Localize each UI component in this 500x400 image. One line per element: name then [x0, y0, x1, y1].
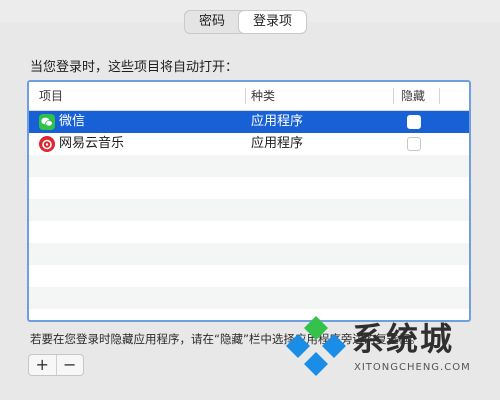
hide-checkbox[interactable] [407, 137, 421, 151]
empty-row [29, 155, 469, 177]
table-row[interactable]: 微信 应用程序 [29, 111, 469, 133]
column-header-hide[interactable]: 隐藏 [401, 82, 425, 110]
column-divider [393, 88, 394, 104]
wechat-icon [39, 114, 55, 130]
login-items-table[interactable]: 项目 种类 隐藏 微信 应用程序 网易云音乐 应用程序 [27, 80, 471, 322]
column-divider [439, 88, 440, 104]
remove-item-button[interactable]: − [55, 355, 84, 375]
watermark-title: 系统城 [352, 320, 455, 358]
table-row[interactable]: 网易云音乐 应用程序 [29, 133, 469, 155]
segmented-tabs: 密码 登录项 [184, 10, 308, 34]
row-item-name: 微信 [59, 114, 86, 129]
empty-row [29, 243, 469, 265]
column-divider [245, 88, 246, 104]
add-item-button[interactable]: + [29, 355, 56, 375]
empty-row [29, 287, 469, 309]
watermark-logo-icon [286, 316, 346, 376]
tab-login-items[interactable]: 登录项 [239, 11, 307, 33]
empty-row [29, 177, 469, 199]
column-header-kind[interactable]: 种类 [251, 82, 275, 110]
tab-password[interactable]: 密码 [185, 11, 239, 33]
row-item-kind: 应用程序 [251, 136, 304, 151]
watermark-url: XITONGCHENG.COM [354, 362, 471, 373]
hide-checkbox[interactable] [407, 115, 421, 129]
empty-row [29, 221, 469, 243]
empty-row [29, 265, 469, 287]
add-remove-buttons: + − [28, 354, 84, 376]
login-items-heading: 当您登录时，这些项目将自动打开： [30, 60, 239, 75]
row-item-name: 网易云音乐 [59, 136, 125, 151]
watermark: 系统城 XITONGCHENG.COM [282, 312, 482, 392]
empty-row [29, 199, 469, 221]
netease-music-icon [39, 136, 55, 152]
table-header: 项目 种类 隐藏 [29, 82, 469, 111]
row-item-kind: 应用程序 [251, 114, 304, 129]
column-header-item[interactable]: 项目 [39, 82, 63, 110]
